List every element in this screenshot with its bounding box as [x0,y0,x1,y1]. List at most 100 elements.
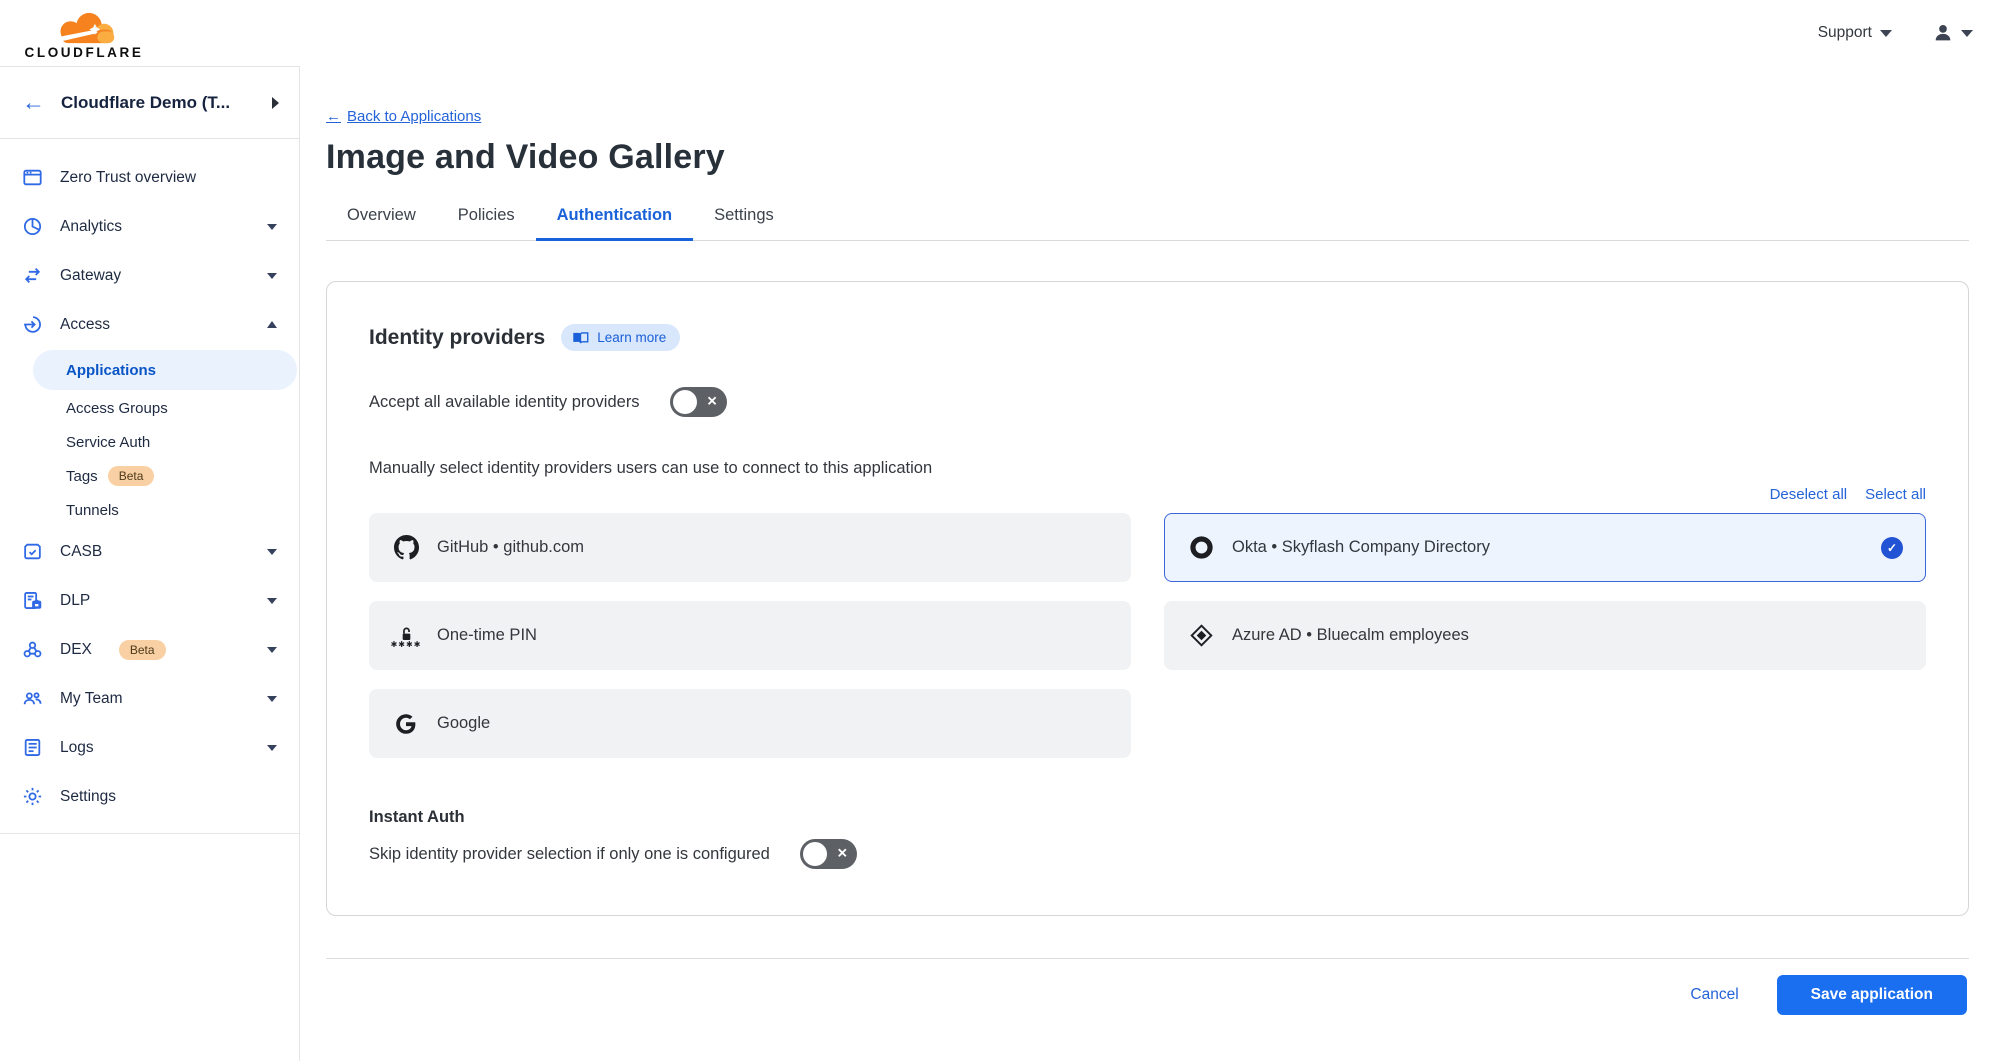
sidebar-item-tunnels[interactable]: Tunnels [0,493,299,527]
sidebar: ← Cloudflare Demo (T... Zero Trust overv… [0,66,300,1061]
save-application-button[interactable]: Save application [1777,975,1967,1015]
footer-actions: Cancel Save application [326,959,1969,1015]
sidebar-item-dlp[interactable]: DLP [0,576,299,625]
instant-auth-label: Skip identity provider selection if only… [369,845,770,864]
sidebar-subitem-label: Applications [66,362,156,379]
chevron-up-icon [267,321,277,328]
provider-card-github[interactable]: GitHub • github.com [369,513,1131,582]
provider-grid: GitHub • github.com Okta • Skyflash Comp… [369,513,1926,758]
sidebar-item-access[interactable]: Access [0,300,299,349]
access-icon [21,314,43,335]
provider-card-one-time-pin[interactable]: ✱✱✱✱ One-time PIN [369,601,1131,670]
chevron-right-icon[interactable] [272,97,279,109]
toggle-knob [673,390,697,414]
select-all-link[interactable]: Select all [1865,486,1926,503]
sidebar-item-label: CASB [60,543,250,561]
sidebar-item-service-auth[interactable]: Service Auth [0,425,299,459]
github-icon [392,535,420,560]
accept-all-toggle[interactable]: ✕ [670,387,727,417]
sidebar-item-gateway[interactable]: Gateway [0,251,299,300]
account-name[interactable]: Cloudflare Demo (T... [61,93,256,113]
back-to-applications-link[interactable]: ← Back to Applications [326,108,481,125]
user-icon [1932,22,1954,44]
okta-icon [1187,535,1215,560]
provider-label: Azure AD • Bluecalm employees [1232,626,1469,645]
analytics-icon [21,216,43,237]
beta-badge: Beta [119,640,166,660]
sidebar-item-logs[interactable]: Logs [0,723,299,772]
tab-overview[interactable]: Overview [326,195,437,241]
back-arrow-icon: ← [326,108,341,125]
sidebar-item-dex[interactable]: DEX Beta [0,625,299,674]
sidebar-account-header: ← Cloudflare Demo (T... [0,67,299,139]
support-menu[interactable]: Support [1818,24,1892,42]
panel-heading: Identity providers [369,326,545,350]
sidebar-subitem-label: Tags [66,468,98,485]
azure-ad-icon [1187,624,1215,647]
instant-auth-toggle[interactable]: ✕ [800,839,857,869]
team-icon [21,688,43,709]
sidebar-subitem-label: Service Auth [66,434,150,451]
gateway-icon [21,265,43,286]
sidebar-item-zero-trust-overview[interactable]: Zero Trust overview [0,153,299,202]
sidebar-item-label: My Team [60,690,250,708]
tab-policies[interactable]: Policies [437,195,536,241]
casb-icon [21,541,43,562]
learn-more-label: Learn more [597,330,666,345]
sidebar-item-settings[interactable]: Settings [0,772,299,821]
sidebar-item-tags[interactable]: Tags Beta [0,459,299,493]
dlp-icon [21,590,43,611]
sidebar-subitem-label: Tunnels [66,502,119,519]
toggle-x-icon: ✕ [837,846,848,862]
instant-auth-heading: Instant Auth [369,808,1926,827]
sidebar-item-applications[interactable]: Applications [33,350,297,390]
gear-icon [21,786,43,807]
tab-settings[interactable]: Settings [693,195,795,241]
provider-card-google[interactable]: Google [369,689,1131,758]
otp-lock-icon: ✱✱✱✱ [392,626,420,646]
learn-more-button[interactable]: Learn more [561,324,680,351]
sidebar-item-label: Logs [60,739,250,757]
tab-bar: Overview Policies Authentication Setting… [326,195,1969,241]
support-label: Support [1818,24,1872,42]
sidebar-item-label: Gateway [60,267,250,285]
provider-card-okta[interactable]: Okta • Skyflash Company Directory ✓ [1164,513,1926,582]
provider-card-azure-ad[interactable]: Azure AD • Bluecalm employees [1164,601,1926,670]
sidebar-item-my-team[interactable]: My Team [0,674,299,723]
overview-icon [21,167,43,188]
deselect-all-link[interactable]: Deselect all [1770,486,1848,503]
accept-all-label: Accept all available identity providers [369,393,640,412]
chevron-down-icon [267,598,277,604]
cancel-button[interactable]: Cancel [1690,986,1738,1004]
chevron-down-icon [267,549,277,555]
sidebar-item-label: Zero Trust overview [60,169,277,187]
chevron-down-icon [267,224,277,230]
cloudflare-cloud-icon [36,7,132,49]
chevron-down-icon [267,273,277,279]
back-link-label: Back to Applications [347,108,481,125]
account-menu[interactable] [1932,22,1973,44]
dex-icon [21,639,43,660]
main-content: ← Back to Applications Image and Video G… [300,66,1999,1061]
provider-label: One-time PIN [437,626,537,645]
access-submenu: Applications Access Groups Service Auth … [0,350,299,527]
sidebar-item-label: DEX [60,641,92,659]
sidebar-item-label: DLP [60,592,250,610]
provider-label: Okta • Skyflash Company Directory [1232,538,1490,557]
logs-icon [21,737,43,758]
manual-select-text: Manually select identity providers users… [369,459,1926,478]
identity-providers-panel: Identity providers Learn more Accept all… [326,281,1969,916]
sidebar-item-casb[interactable]: CASB [0,527,299,576]
tab-authentication[interactable]: Authentication [536,195,694,241]
chevron-down-icon [1880,30,1892,37]
back-arrow-icon[interactable]: ← [22,91,45,114]
sidebar-item-label: Analytics [60,218,250,236]
chevron-down-icon [1961,30,1973,37]
toggle-x-icon: ✕ [707,394,718,410]
toggle-knob [803,842,827,866]
chevron-down-icon [267,647,277,653]
sidebar-item-label: Settings [60,788,277,806]
google-icon [392,712,420,736]
sidebar-item-access-groups[interactable]: Access Groups [0,391,299,425]
sidebar-item-analytics[interactable]: Analytics [0,202,299,251]
